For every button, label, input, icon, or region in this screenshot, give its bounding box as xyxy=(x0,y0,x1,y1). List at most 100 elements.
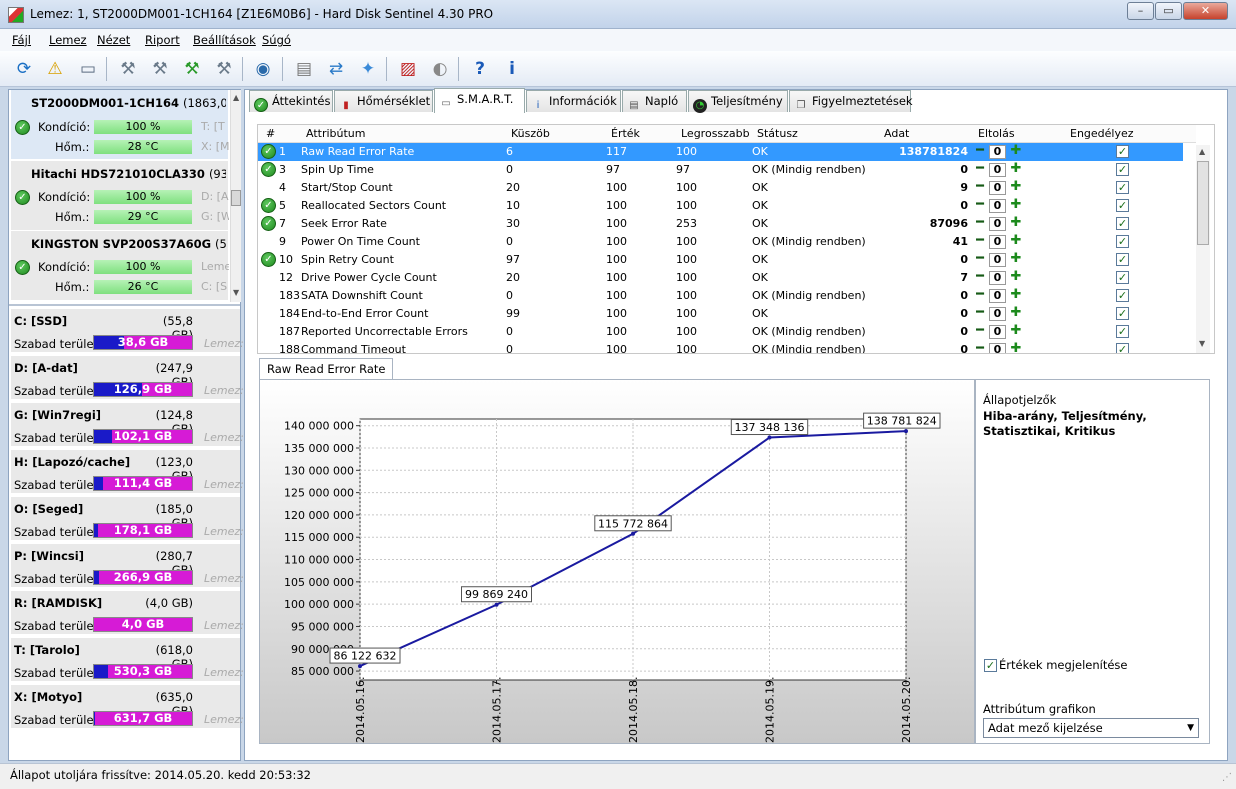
decrease-offset-button[interactable]: ━ xyxy=(973,306,987,321)
chart-icon[interactable]: ▨ xyxy=(394,55,422,83)
table-row[interactable]: 12 Drive Power Cycle Count 20 100 100 OK 7 ━ 0 ✚ ✓ xyxy=(258,269,1183,287)
show-values-checkbox[interactable]: ✓ xyxy=(984,659,997,672)
menu-settings[interactable]: Beállítások xyxy=(193,33,256,47)
decrease-offset-button[interactable]: ━ xyxy=(973,234,987,249)
tool-icon[interactable]: ⚒ xyxy=(146,55,174,83)
enable-checkbox[interactable]: ✓ xyxy=(1116,289,1129,302)
disk-card[interactable]: Hitachi HDS721010CLA330 (931,5 G ✓ Kondí… xyxy=(11,161,229,231)
table-row[interactable]: 187 Reported Uncorrectable Errors 0 100 100 O… xyxy=(258,323,1183,341)
maximize-button[interactable]: ▭ xyxy=(1155,2,1182,20)
col-header[interactable]: Attribútum xyxy=(306,127,366,140)
tool-ok-icon[interactable]: ⚒ xyxy=(178,55,206,83)
decrease-offset-button[interactable]: ━ xyxy=(973,162,987,177)
tab-performance[interactable]: ◔ Teljesítmény xyxy=(688,90,788,113)
menu-help[interactable]: Súgó xyxy=(262,33,291,47)
puzzle-icon[interactable]: ✦ xyxy=(354,55,382,83)
decrease-offset-button[interactable]: ━ xyxy=(973,270,987,285)
speaker-icon[interactable]: ◐ xyxy=(426,55,454,83)
increase-offset-button[interactable]: ✚ xyxy=(1009,288,1023,303)
partition-card[interactable]: G: [Win7regi](124,8 GB)Szabad terület102… xyxy=(11,403,244,448)
enable-checkbox[interactable]: ✓ xyxy=(1116,163,1129,176)
table-row[interactable]: ✓ 7 Seek Error Rate 30 100 253 OK 87096 ━ 0 ✚ ✓ xyxy=(258,215,1183,233)
increase-offset-button[interactable]: ✚ xyxy=(1009,306,1023,321)
enable-checkbox[interactable]: ✓ xyxy=(1116,343,1129,353)
increase-offset-button[interactable]: ✚ xyxy=(1009,162,1023,177)
decrease-offset-button[interactable]: ━ xyxy=(973,288,987,303)
disk-list[interactable]: ST2000DM001-1CH164 (1863,0 GB ✓ Kondíció… xyxy=(9,90,230,302)
offset-field[interactable]: 0 xyxy=(989,271,1006,285)
decrease-offset-button[interactable]: ━ xyxy=(973,324,987,339)
chart-tab[interactable]: Raw Read Error Rate xyxy=(259,358,394,380)
offset-field[interactable]: 0 xyxy=(989,163,1006,177)
grid-scrollbar[interactable]: ▲ ▼ xyxy=(1196,145,1210,353)
panel-splitter[interactable] xyxy=(9,304,240,306)
decrease-offset-button[interactable]: ━ xyxy=(973,342,987,353)
table-row[interactable]: ✓ 1 Raw Read Error Rate 6 117 100 OK 138781824 ━… xyxy=(258,143,1183,161)
enable-checkbox[interactable]: ✓ xyxy=(1116,145,1129,158)
offset-field[interactable]: 0 xyxy=(989,325,1006,339)
tab-log[interactable]: ▤ Napló xyxy=(622,90,687,112)
disk-card[interactable]: KINGSTON SVP200S37A60G (55,9 ✓ Kondíció:… xyxy=(11,231,229,301)
decrease-offset-button[interactable]: ━ xyxy=(973,198,987,213)
decrease-offset-button[interactable]: ━ xyxy=(973,216,987,231)
decrease-offset-button[interactable]: ━ xyxy=(973,180,987,195)
tab-smart[interactable]: ▭ S.M.A.R.T. xyxy=(434,88,525,113)
col-header[interactable]: Küszöb xyxy=(511,127,550,140)
enable-checkbox[interactable]: ✓ xyxy=(1116,271,1129,284)
partition-card[interactable]: H: [Lapozó/cache](123,0 GB)Szabad terüle… xyxy=(11,450,244,495)
increase-offset-button[interactable]: ✚ xyxy=(1009,180,1023,195)
menu-view[interactable]: Nézet xyxy=(97,33,130,47)
partition-card[interactable]: R: [RAMDISK] (4,0 GB) Szabad terület 4,0 GB… xyxy=(11,591,244,636)
enable-checkbox[interactable]: ✓ xyxy=(1116,199,1129,212)
enable-checkbox[interactable]: ✓ xyxy=(1116,325,1129,338)
partition-card[interactable]: P: [Wincsi](280,7 GB)Szabad terület266,9… xyxy=(11,544,244,589)
partition-card[interactable]: X: [Motyo](635,0 GB)Szabad terület631,7 … xyxy=(11,685,244,730)
partition-card[interactable]: O: [Seged](185,0 GB)Szabad terület178,1 … xyxy=(11,497,244,542)
decrease-offset-button[interactable]: ━ xyxy=(973,144,987,159)
disk-icon[interactable]: ▭ xyxy=(74,55,102,83)
offset-field[interactable]: 0 xyxy=(989,289,1006,303)
graph-mode-select[interactable]: Adat mező kijelzése ▼ xyxy=(983,718,1199,738)
increase-offset-button[interactable]: ✚ xyxy=(1009,342,1023,353)
col-header[interactable]: Adat xyxy=(884,127,909,140)
table-row[interactable]: 4 Start/Stop Count 20 100 100 OK 9 ━ 0 ✚ ✓ xyxy=(258,179,1183,197)
table-row[interactable]: 184 End-to-End Error Count 99 100 100 OK 0 ━ 0 ✚ ✓ xyxy=(258,305,1183,323)
col-header[interactable]: Engedélyez xyxy=(1070,127,1134,140)
disk-card[interactable]: ST2000DM001-1CH164 (1863,0 GB ✓ Kondíció… xyxy=(11,90,229,160)
menu-report[interactable]: Riport xyxy=(145,33,180,47)
table-row[interactable]: ✓ 5 Reallocated Sectors Count 10 100 100 OK 0 ━ 0… xyxy=(258,197,1183,215)
table-row[interactable]: ✓ 10 Spin Retry Count 97 100 100 OK 0 ━ 0 ✚ ✓ xyxy=(258,251,1183,269)
offset-field[interactable]: 0 xyxy=(989,217,1006,231)
close-button[interactable]: ✕ xyxy=(1183,2,1228,20)
partition-card[interactable]: C: [SSD](55,8 GB)Szabad terület38,6 GBLe… xyxy=(11,309,244,354)
sync-icon[interactable]: ⇄ xyxy=(322,55,350,83)
warning-icon[interactable]: ⚠ xyxy=(41,55,69,83)
offset-field[interactable]: 0 xyxy=(989,307,1006,321)
table-row[interactable]: 188 Command Timeout 0 100 100 OK (Mindig rend… xyxy=(258,341,1183,353)
offset-field[interactable]: 0 xyxy=(989,199,1006,213)
enable-checkbox[interactable]: ✓ xyxy=(1116,217,1129,230)
increase-offset-button[interactable]: ✚ xyxy=(1009,252,1023,267)
offset-field[interactable]: 0 xyxy=(989,145,1006,159)
tab-information[interactable]: i Információk xyxy=(526,90,621,112)
tool-icon[interactable]: ⚒ xyxy=(114,55,142,83)
smart-grid[interactable]: # Attribútum Küszöb Érték Legrosszabb St… xyxy=(257,124,1215,354)
enable-checkbox[interactable]: ✓ xyxy=(1116,181,1129,194)
offset-field[interactable]: 0 xyxy=(989,181,1006,195)
disk-list-scrollbar[interactable]: ▲ ▼ xyxy=(230,90,241,302)
tab-temperature[interactable]: ▮ Hőmérséklet xyxy=(334,90,433,112)
col-header[interactable]: # xyxy=(266,127,275,140)
increase-offset-button[interactable]: ✚ xyxy=(1009,270,1023,285)
col-header[interactable]: Érték xyxy=(611,127,640,140)
col-header[interactable]: Legrosszabb xyxy=(681,127,750,140)
partition-card[interactable]: T: [Tarolo](618,0 GB)Szabad terület530,3… xyxy=(11,638,244,683)
help-icon[interactable]: ? xyxy=(466,55,494,83)
menu-file[interactable]: Fájl xyxy=(12,33,31,47)
enable-checkbox[interactable]: ✓ xyxy=(1116,235,1129,248)
minimize-button[interactable]: – xyxy=(1127,2,1154,20)
document-icon[interactable]: ▤ xyxy=(290,55,318,83)
increase-offset-button[interactable]: ✚ xyxy=(1009,234,1023,249)
resize-grip-icon[interactable]: ⋰ xyxy=(1222,772,1232,783)
increase-offset-button[interactable]: ✚ xyxy=(1009,144,1023,159)
info-icon[interactable]: i xyxy=(498,55,526,83)
